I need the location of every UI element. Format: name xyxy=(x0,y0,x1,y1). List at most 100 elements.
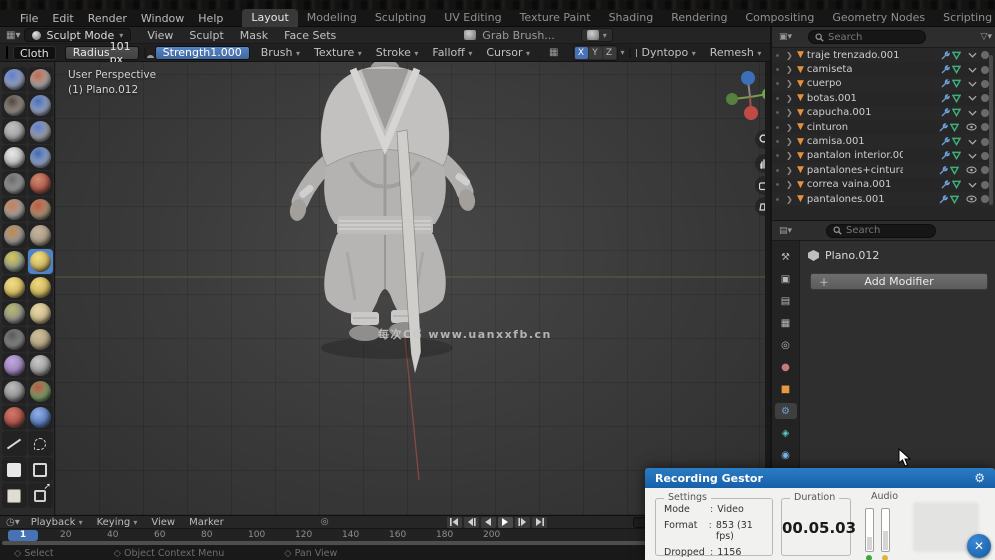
camera-restrict-icon[interactable] xyxy=(981,51,989,60)
chevron-down-icon[interactable] xyxy=(968,95,977,102)
tab-particles[interactable]: ◈ xyxy=(775,425,797,441)
outliner-item[interactable]: ❯ ▼ camisa.001 xyxy=(772,134,995,149)
tab-render[interactable]: ▣ xyxy=(775,271,797,287)
tab-physics[interactable]: ◉ xyxy=(775,447,797,463)
expand-icon[interactable]: ❯ xyxy=(786,94,794,103)
chevron-down-icon[interactable] xyxy=(968,81,977,87)
outliner-item[interactable]: ❯ ▼ cinturon xyxy=(772,120,995,134)
box-face-set-tool[interactable] xyxy=(1,483,27,508)
flatten-brush[interactable] xyxy=(1,197,27,222)
camera-restrict-icon[interactable] xyxy=(981,123,989,132)
outliner-item[interactable]: ❯ ▼ cuerpo xyxy=(772,76,995,92)
draw-brush[interactable] xyxy=(1,67,27,92)
chevron-down-icon[interactable] xyxy=(968,153,977,159)
editor-type-icon[interactable]: ▦▾ xyxy=(6,30,20,41)
play-reverse-button[interactable] xyxy=(480,516,496,528)
jump-to-end-button[interactable] xyxy=(531,516,547,528)
camera-restrict-icon[interactable] xyxy=(981,180,989,189)
expand-icon[interactable]: ❯ xyxy=(786,151,794,160)
simplify-brush[interactable] xyxy=(27,379,53,404)
draw-face-sets-brush[interactable] xyxy=(27,405,53,430)
eye-icon[interactable] xyxy=(966,166,977,174)
workspace-tab-geometry-nodes[interactable]: Geometry Nodes xyxy=(823,9,934,27)
expand-icon[interactable]: ❯ xyxy=(786,166,794,175)
expand-icon[interactable]: ❯ xyxy=(786,137,794,146)
expand-icon[interactable]: ❯ xyxy=(786,180,794,189)
timeline-menu-marker[interactable]: Marker xyxy=(182,517,231,528)
expand-icon[interactable]: ❯ xyxy=(786,65,794,74)
symmetry-z-button[interactable]: Z xyxy=(602,46,616,59)
prev-keyframe-button[interactable] xyxy=(463,516,479,528)
line-project-tool[interactable] xyxy=(1,431,27,456)
inflate-brush[interactable] xyxy=(1,145,27,170)
workspace-tab-texture-paint[interactable]: Texture Paint xyxy=(511,9,600,27)
outliner-item[interactable]: ❯ ▼ botas.001 xyxy=(772,91,995,105)
layer-brush[interactable] xyxy=(27,119,53,144)
menu-window[interactable]: Window xyxy=(134,10,191,27)
expand-icon[interactable]: ❯ xyxy=(786,123,794,132)
slide-relax-brush[interactable] xyxy=(1,353,27,378)
workspace-tab-sculpting[interactable]: Sculpting xyxy=(366,9,435,27)
multiplane-scrape-brush[interactable] xyxy=(27,223,53,248)
tool-menu-stroke[interactable]: Stroke ▾ xyxy=(369,44,426,61)
object-name[interactable]: traje trenzado.001 xyxy=(807,50,900,61)
brush-thumbnail-icon[interactable] xyxy=(6,46,8,59)
eye-icon[interactable] xyxy=(966,195,977,203)
camera-restrict-icon[interactable] xyxy=(981,79,989,88)
rotate-brush[interactable] xyxy=(27,327,53,352)
gizmo-y-axis[interactable] xyxy=(762,88,765,100)
tab-world[interactable]: ● xyxy=(775,359,797,375)
outliner-item[interactable]: ❯ ▼ traje trenzado.001 xyxy=(772,48,995,63)
add-modifier-button[interactable]: ＋ Add Modifier xyxy=(810,273,988,290)
next-keyframe-button[interactable] xyxy=(514,516,530,528)
workspace-tab-layout[interactable]: Layout xyxy=(242,9,298,27)
chevron-down-icon[interactable] xyxy=(968,52,977,58)
camera-restrict-icon[interactable] xyxy=(981,137,989,146)
3d-viewport[interactable]: User Perspective (1) Plano.012 每次CG www.… xyxy=(55,62,765,515)
crease-brush[interactable] xyxy=(1,171,27,196)
brush-dropdown[interactable]: ▾ xyxy=(580,28,613,42)
expand-icon[interactable]: ❯ xyxy=(786,51,794,60)
clay-thumb-brush[interactable] xyxy=(1,119,27,144)
camera-restrict-icon[interactable] xyxy=(981,166,989,175)
chevron-down-icon[interactable]: ▾ xyxy=(621,48,625,57)
filter-funnel-icon[interactable]: ▽▾ xyxy=(981,32,992,42)
viewport-menu-view[interactable]: View xyxy=(139,27,181,44)
timeline-menu-view[interactable]: View xyxy=(144,517,182,528)
camera-restrict-icon[interactable] xyxy=(981,94,989,103)
elastic-deform-brush[interactable] xyxy=(1,275,27,300)
outliner-scrollbar[interactable] xyxy=(989,55,993,205)
mask-brush[interactable] xyxy=(1,405,27,430)
outliner-item[interactable]: ❯ ▼ correa vaina.001 xyxy=(772,178,995,192)
tab-tool[interactable]: ⚒ xyxy=(775,249,797,265)
camera-restrict-icon[interactable] xyxy=(981,195,989,204)
panel-remesh[interactable]: Remesh ▾ xyxy=(703,44,769,61)
object-name[interactable]: camiseta xyxy=(807,64,853,75)
object-name[interactable]: camisa.001 xyxy=(807,136,865,147)
object-name[interactable]: pantalones.001 xyxy=(807,194,885,205)
camera-restrict-icon[interactable] xyxy=(981,151,989,160)
gizmo-z-axis[interactable] xyxy=(741,71,755,85)
timeline-menu-keying[interactable]: Keying ▾ xyxy=(90,517,145,528)
current-frame-indicator[interactable]: 1 xyxy=(8,530,38,541)
properties-editor-icon[interactable]: ▤▾ xyxy=(779,226,792,236)
object-name[interactable]: cinturon xyxy=(807,122,848,133)
snake-hook-brush[interactable] xyxy=(27,275,53,300)
box-mask-tool[interactable] xyxy=(1,457,27,482)
camera-restrict-icon[interactable] xyxy=(981,65,989,74)
blob-brush[interactable] xyxy=(27,145,53,170)
object-name[interactable]: botas.001 xyxy=(807,93,857,104)
menu-edit[interactable]: Edit xyxy=(45,10,80,27)
viewport-menu-mask[interactable]: Mask xyxy=(232,27,276,44)
tool-menu-texture[interactable]: Texture ▾ xyxy=(307,44,369,61)
menu-file[interactable]: File xyxy=(13,10,45,27)
outliner-search-input[interactable]: Search xyxy=(808,30,927,44)
nudge-brush[interactable] xyxy=(1,327,27,352)
gizmo-y-neg-axis[interactable] xyxy=(726,93,738,105)
pose-brush[interactable] xyxy=(27,301,53,326)
symmetry-grid-icon[interactable]: ▦ xyxy=(549,47,558,58)
display-mode-icon[interactable]: ▣▾ xyxy=(779,32,792,42)
thumb-brush[interactable] xyxy=(1,301,27,326)
workspace-tab-rendering[interactable]: Rendering xyxy=(662,9,736,27)
expand-icon[interactable]: ❯ xyxy=(786,79,794,88)
